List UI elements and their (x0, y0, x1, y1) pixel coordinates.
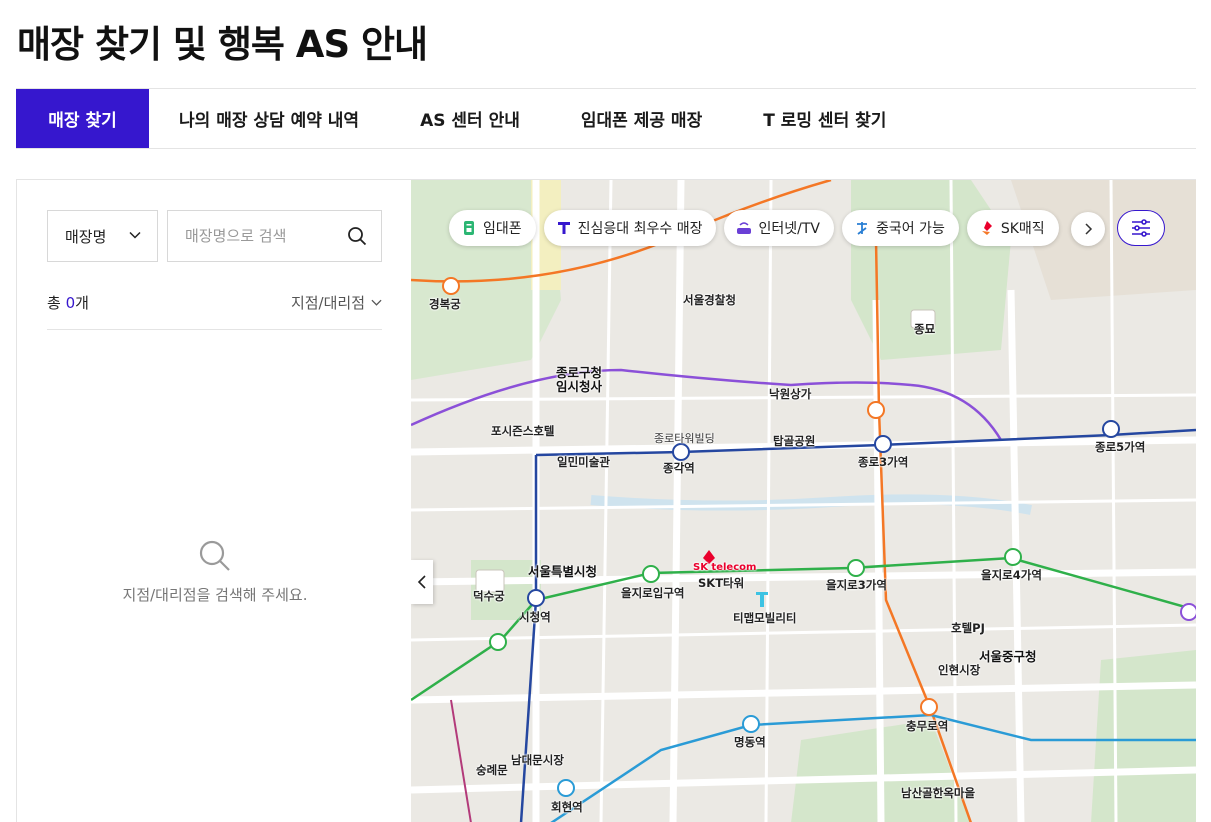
tab-bar: 매장 찾기 나의 매장 상담 예약 내역 AS 센터 안내 임대폰 제공 매장 … (16, 88, 1196, 149)
map-label: 종로타워빌딩 (654, 432, 715, 445)
result-count-number: 0 (65, 294, 76, 312)
map-label: 남대문시장 (511, 753, 564, 767)
tab-store-search[interactable]: 매장 찾기 (16, 89, 149, 148)
store-type-filter[interactable]: 지점/대리점 (291, 292, 382, 313)
map-label: 호텔PJ (951, 621, 985, 635)
chip-label: 진심응대 최우수 매장 (577, 221, 703, 237)
map-label: 명동역 (734, 735, 766, 749)
chip-label: 중국어 가능 (875, 221, 945, 237)
map-label: 일민미술관 (557, 455, 610, 469)
search-box (167, 210, 382, 262)
chevron-left-icon (417, 575, 426, 589)
map-filter-chips: 임대폰 진심응대 최우수 매장 인터넷/TV 중국어 가능 SK매직 (449, 210, 1059, 246)
chevron-down-icon (129, 231, 141, 239)
map-label: 시청역 (519, 610, 551, 624)
page-title: 매장 찾기 및 행복 AS 안내 (17, 23, 428, 66)
map-label: 회현역 (551, 800, 583, 814)
store-map[interactable]: 종로구청 임시청사 경복궁 서울특별시청 시청역 종각역 종로3가역 종로5가역… (411, 179, 1196, 822)
map-label: 을지로입구역 (621, 586, 685, 600)
map-label: 경복궁 (429, 297, 461, 311)
phone-icon (464, 221, 474, 235)
result-count-prefix: 총 (47, 294, 66, 312)
chip-label: SK매직 (1000, 221, 1045, 237)
result-count-suffix: 개 (75, 294, 89, 312)
sliders-icon (1132, 219, 1150, 237)
map-label: 종로5가역 (1095, 440, 1146, 454)
chip-label: 인터넷/TV (758, 221, 820, 237)
search-input[interactable] (185, 227, 355, 245)
map-label: 티맵모빌리티 (733, 611, 797, 625)
tab-roaming-center[interactable]: T 로밍 센터 찾기 (763, 89, 886, 148)
map-label: SKT타워 (698, 576, 745, 590)
chinese-char-icon (856, 222, 867, 235)
map-label: 남산골한옥마을 (901, 786, 976, 800)
map-label: 서울경찰청 (683, 293, 736, 307)
map-label: 을지로3가역 (826, 578, 887, 592)
chip-label: 임대폰 (483, 221, 522, 237)
map-label: 서울특별시청 (528, 564, 598, 579)
map-label: 종로3가역 (858, 455, 909, 469)
chip-internet-tv[interactable]: 인터넷/TV (724, 210, 834, 246)
search-type-value: 매장명 (65, 227, 107, 246)
search-panel: 매장명 총 0개 지점/대리점 지점/대리점을 검색해 주세요. (16, 179, 412, 822)
sk-logo-icon (981, 221, 992, 235)
map-label: 종묘 (914, 322, 936, 336)
map-label: 충무로역 (906, 719, 949, 733)
tab-as-center[interactable]: AS 센터 안내 (420, 89, 520, 148)
collapse-panel-button[interactable] (411, 560, 433, 604)
map-label: 덕수궁 (473, 589, 505, 603)
tab-reservation-history[interactable]: 나의 매장 상담 예약 내역 (179, 89, 359, 148)
map-label: 서울중구청 (979, 649, 1037, 664)
empty-message: 지점/대리점을 검색해 주세요. (122, 586, 308, 604)
store-type-filter-label: 지점/대리점 (290, 294, 365, 312)
t-icon (557, 222, 570, 234)
chevron-down-icon (371, 299, 382, 306)
search-type-select[interactable]: 매장명 (47, 210, 158, 262)
chevron-right-icon (1085, 223, 1093, 235)
map-filter-button[interactable] (1117, 210, 1165, 246)
map-label: 을지로4가역 (981, 568, 1042, 582)
map-label: 임시청사 (556, 379, 603, 394)
chip-rental-phone[interactable]: 임대폰 (449, 210, 536, 246)
map-label: 포시즌스호텔 (491, 424, 555, 438)
chip-chinese[interactable]: 중국어 가능 (841, 210, 959, 246)
map-label: 인현시장 (938, 663, 981, 677)
tab-rental-phone-store[interactable]: 임대폰 제공 매장 (581, 89, 702, 148)
chip-sk-magic[interactable]: SK매직 (966, 210, 1059, 246)
map-label: 탑골공원 (773, 434, 816, 448)
map-label: 낙원상가 (769, 387, 812, 401)
map-label: 종각역 (663, 461, 695, 475)
router-icon (737, 222, 752, 234)
chips-next-button[interactable] (1071, 212, 1105, 246)
search-icon (199, 540, 230, 571)
divider (47, 329, 382, 330)
result-count: 총 0개 (47, 292, 89, 313)
search-icon[interactable] (347, 226, 367, 246)
chip-best-service[interactable]: 진심응대 최우수 매장 (543, 210, 717, 246)
map-label: 숭례문 (476, 763, 508, 777)
map-label: SK telecom (693, 562, 757, 573)
map-background (411, 180, 1196, 822)
